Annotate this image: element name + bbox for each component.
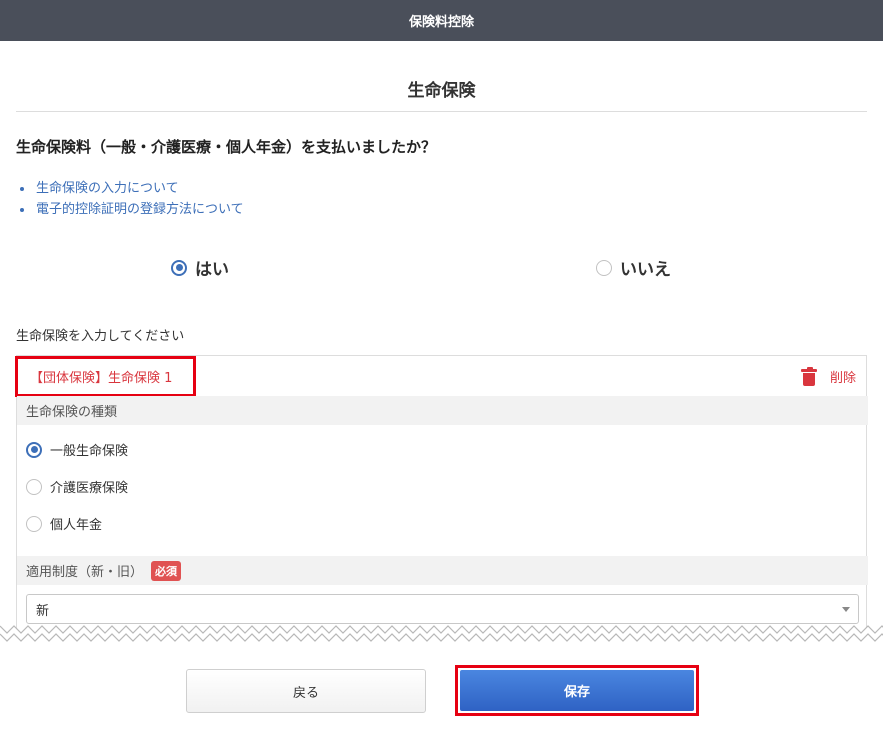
back-button[interactable]: 戻る	[186, 669, 426, 713]
type-option-label: 個人年金	[50, 518, 103, 533]
radio-unchecked-icon	[26, 478, 42, 495]
radio-checked-icon	[171, 259, 187, 276]
radio-unchecked-icon	[26, 515, 42, 532]
help-link-certificate-guide[interactable]: 電子的控除証明の登録方法について	[20, 199, 244, 220]
answer-yes-label: はい	[195, 260, 229, 280]
trash-icon	[800, 366, 817, 386]
answer-yes-radio[interactable]: はい	[171, 255, 229, 280]
select-value: 新	[36, 603, 50, 619]
question-text: 生命保険料（一般・介護医療・個人年金）を支払いましたか？	[16, 138, 437, 156]
applicable-system-label: 適用制度（新・旧）	[26, 565, 144, 580]
card-title: 【団体保険】生命保険 1	[15, 356, 196, 397]
insurance-type-label: 生命保険の種類	[26, 405, 118, 420]
radio-checked-icon	[26, 441, 42, 458]
delete-button[interactable]: 削除	[800, 366, 856, 386]
bullet-icon	[20, 207, 24, 212]
card-header: 【団体保険】生命保険 1 削除	[15, 356, 868, 397]
type-option-label: 介護医療保険	[50, 481, 129, 496]
help-link-label: 生命保険の入力について	[36, 181, 179, 196]
bullet-icon	[20, 186, 24, 191]
delete-label: 削除	[829, 371, 856, 386]
torn-edge-divider	[0, 625, 883, 646]
type-option-general-life[interactable]: 一般生命保険	[26, 440, 128, 459]
save-button-label: 保存	[563, 685, 590, 700]
header-title: 保険料控除	[408, 15, 474, 30]
applicable-system-header: 適用制度（新・旧） 必須	[17, 556, 868, 585]
help-link-input-guide[interactable]: 生命保険の入力について	[20, 178, 244, 199]
section-divider	[16, 111, 867, 112]
input-prompt: 生命保険を入力してください	[16, 329, 185, 344]
back-button-label: 戻る	[292, 685, 319, 701]
answer-no-radio[interactable]: いいえ	[596, 255, 671, 280]
required-badge: 必須	[151, 560, 182, 581]
help-links: 生命保険の入力について 電子的控除証明の登録方法について	[20, 178, 244, 220]
type-option-label: 一般生命保険	[50, 444, 129, 459]
answer-no-label: いいえ	[620, 260, 671, 280]
help-link-label: 電子的控除証明の登録方法について	[36, 202, 244, 217]
top-header-bar: 保険料控除	[0, 0, 883, 41]
type-option-pension[interactable]: 個人年金	[26, 514, 102, 533]
applicable-system-select[interactable]: 新	[26, 594, 859, 624]
save-button[interactable]: 保存	[455, 665, 699, 716]
chevron-down-icon	[842, 607, 850, 612]
section-title: 生命保険	[407, 81, 476, 101]
save-button-face: 保存	[460, 670, 694, 711]
type-option-nursing-medical[interactable]: 介護医療保険	[26, 477, 128, 496]
insurance-type-header: 生命保険の種類	[17, 396, 868, 425]
insurance-card: 【団体保険】生命保険 1 削除 生命保険の種類 一般生命保険 介護医療保険 個人…	[15, 355, 868, 635]
radio-unchecked-icon	[596, 259, 612, 276]
